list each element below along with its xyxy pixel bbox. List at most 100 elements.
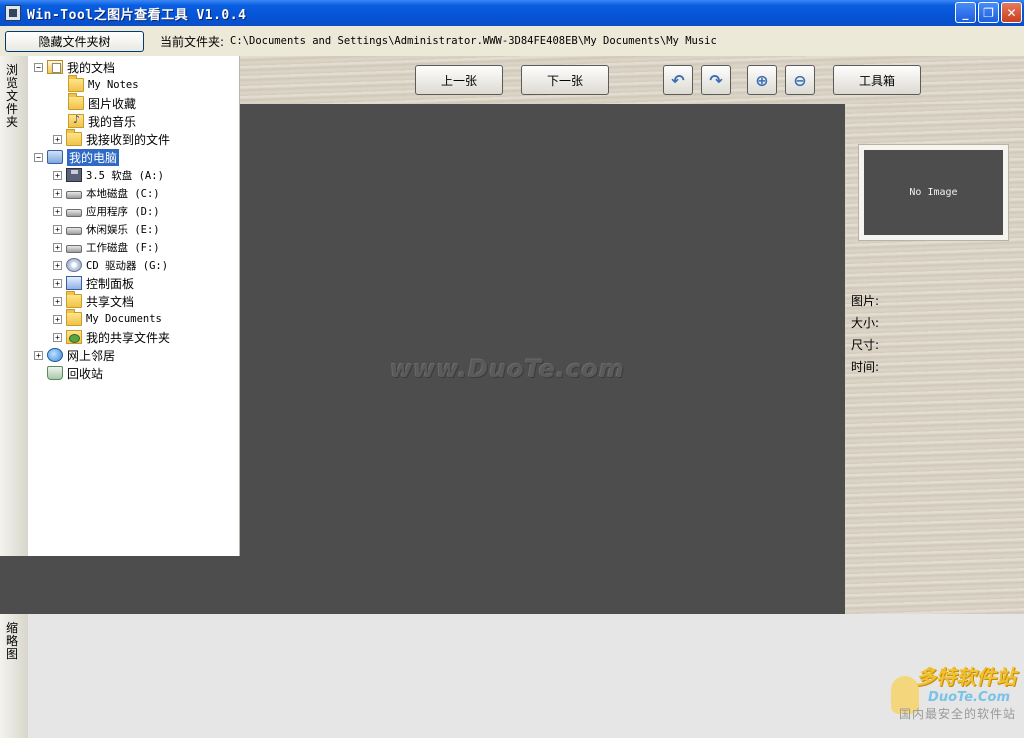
browse-folders-tab-label: 浏览文件夹 <box>6 63 19 129</box>
tree-item-label: 我的音乐 <box>88 114 137 129</box>
expand-icon[interactable]: + <box>53 278 62 288</box>
restore-button[interactable]: ❐ <box>978 2 999 23</box>
tree-item-label: 我的文档 <box>67 60 116 75</box>
next-image-button[interactable]: 下一张 <box>521 65 609 95</box>
viewer-lower-area <box>0 556 240 614</box>
rotate-right-button[interactable]: ↷ <box>701 65 731 95</box>
site-logo: 多特软件站 DuoTe.Com 国内最安全的软件站 <box>899 661 1016 722</box>
tree-item-floppy[interactable]: + 3.5 软盘 (A:) <box>53 166 164 184</box>
folder-icon <box>66 129 82 146</box>
tree-item-label: 回收站 <box>67 366 104 381</box>
tree-item-my-notes[interactable]: My Notes <box>68 75 139 94</box>
logo-cn: 多特软件站 <box>916 665 1016 689</box>
thumbnails-tab-label: 缩略图 <box>6 621 19 661</box>
expand-icon[interactable]: + <box>53 332 62 342</box>
control-panel-icon <box>66 276 82 290</box>
rotate-left-button[interactable]: ↶ <box>663 65 693 95</box>
cd-drive-icon <box>66 258 82 272</box>
my-documents-icon <box>47 60 63 74</box>
recycle-bin-icon <box>47 366 63 380</box>
tree-item-label: 休闲娱乐 (E:) <box>86 223 160 236</box>
tree-item-leisure-disk[interactable]: + 休闲娱乐 (E:) <box>53 220 160 238</box>
tree-item-label: 工作磁盘 (F:) <box>86 241 160 254</box>
tree-item-picture-collection[interactable]: 图片收藏 <box>68 93 137 112</box>
hard-drive-icon <box>66 209 82 217</box>
expand-icon[interactable]: + <box>53 242 62 252</box>
folder-icon <box>68 93 84 110</box>
tree-item-my-shared-folder[interactable]: + 我的共享文件夹 <box>53 328 170 346</box>
preview-placeholder: No Image <box>864 150 1003 235</box>
previous-image-button[interactable]: 上一张 <box>415 65 503 95</box>
tree-item-label: 本地磁盘 (C:) <box>86 187 160 200</box>
hard-drive-icon <box>66 191 82 199</box>
tree-item-label: 3.5 软盘 (A:) <box>86 169 164 182</box>
tree-item-label: 我接收到的文件 <box>86 132 171 147</box>
tree-item-my-documents-2[interactable]: + My Documents <box>53 309 162 328</box>
expand-icon[interactable]: + <box>34 350 43 360</box>
info-picture-label: 图片: <box>851 294 880 308</box>
expand-icon[interactable]: + <box>53 134 62 144</box>
tree-item-label: CD 驱动器 (G:) <box>86 259 169 272</box>
zoom-in-button[interactable]: ⊕ <box>747 65 777 95</box>
network-icon <box>47 348 63 362</box>
expand-icon[interactable]: + <box>53 224 62 234</box>
collapse-icon[interactable]: − <box>34 152 43 162</box>
tree-item-label: 图片收藏 <box>88 96 137 111</box>
hard-drive-icon <box>66 227 82 235</box>
title-bar: Win-Tool之图片查看工具 V1.0.4 _ ❐ ✕ <box>0 0 1024 26</box>
folder-icon <box>66 291 82 308</box>
tree-item-network[interactable]: + 网上邻居 <box>34 346 115 364</box>
expand-icon[interactable]: + <box>53 260 62 270</box>
app-icon <box>5 5 21 21</box>
thumbnails-tab[interactable]: 缩略图 <box>0 614 28 738</box>
tree-item-my-music[interactable]: 我的音乐 <box>68 112 136 130</box>
hard-drive-icon <box>66 245 82 253</box>
expand-icon[interactable]: + <box>53 170 62 180</box>
tree-item-cd-drive[interactable]: + CD 驱动器 (G:) <box>53 256 168 274</box>
logo-slogan: 国内最安全的软件站 <box>898 707 1016 721</box>
thumbnail-strip[interactable]: 多特软件站 DuoTe.Com 国内最安全的软件站 <box>28 614 1024 738</box>
floppy-icon <box>66 168 82 182</box>
tree-item-label: My Documents <box>86 313 162 325</box>
tree-item-label: 共享文档 <box>86 294 135 309</box>
tree-item-label: 控制面板 <box>86 276 135 291</box>
hide-folder-tree-button[interactable]: 隐藏文件夹树 <box>5 30 144 52</box>
zoom-out-button[interactable]: ⊖ <box>785 65 815 95</box>
close-button[interactable]: ✕ <box>1001 2 1022 23</box>
tree-item-apps-disk[interactable]: + 应用程序 (D:) <box>53 202 160 220</box>
expand-icon[interactable]: + <box>53 206 62 216</box>
tree-item-label: 网上邻居 <box>67 348 116 363</box>
site-watermark: www.DuoTe.com <box>390 355 625 383</box>
toolbox-button[interactable]: 工具箱 <box>833 65 921 95</box>
tree-item-my-documents[interactable]: − 我的文档 <box>34 58 115 76</box>
tree-item-my-computer[interactable]: − 我的电脑 <box>34 148 120 166</box>
zoom-out-icon: ⊖ <box>793 70 807 90</box>
tree-item-label: 应用程序 (D:) <box>86 205 160 218</box>
tree-item-work-disk[interactable]: + 工作磁盘 (F:) <box>53 238 160 256</box>
current-folder-path: C:\Documents and Settings\Administrator.… <box>230 35 717 47</box>
expand-icon[interactable]: + <box>53 296 62 306</box>
folder-bar: 隐藏文件夹树 当前文件夹: C:\Documents and Settings\… <box>0 26 1024 56</box>
folder-icon <box>66 309 82 326</box>
tree-item-control-panel[interactable]: + 控制面板 <box>53 274 134 292</box>
collapse-icon[interactable]: − <box>34 62 43 72</box>
info-dimensions-label: 尺寸: <box>851 338 880 352</box>
tree-item-label: 我的电脑 <box>67 148 120 166</box>
info-size-label: 大小: <box>851 316 880 330</box>
minimize-button[interactable]: _ <box>955 2 976 23</box>
browse-folders-tab[interactable]: 浏览文件夹 <box>0 56 28 556</box>
music-folder-icon <box>68 113 84 128</box>
folder-icon <box>68 75 84 92</box>
info-time-label: 时间: <box>851 360 880 374</box>
folder-tree[interactable]: − 我的文档 My Notes 图片收藏 我的音乐 + 我接收到的文件 − 我的… <box>28 56 240 556</box>
tree-item-received-files[interactable]: + 我接收到的文件 <box>53 129 171 148</box>
tree-item-local-disk[interactable]: + 本地磁盘 (C:) <box>53 184 160 202</box>
expand-icon[interactable]: + <box>53 188 62 198</box>
tree-item-recycle-bin[interactable]: 回收站 <box>34 364 103 382</box>
window-controls: _ ❐ ✕ <box>955 2 1022 23</box>
expand-icon[interactable]: + <box>53 314 62 324</box>
tree-item-shared-docs[interactable]: + 共享文档 <box>53 291 135 310</box>
shared-folder-icon <box>66 330 82 344</box>
rotate-left-icon: ↶ <box>671 70 685 90</box>
